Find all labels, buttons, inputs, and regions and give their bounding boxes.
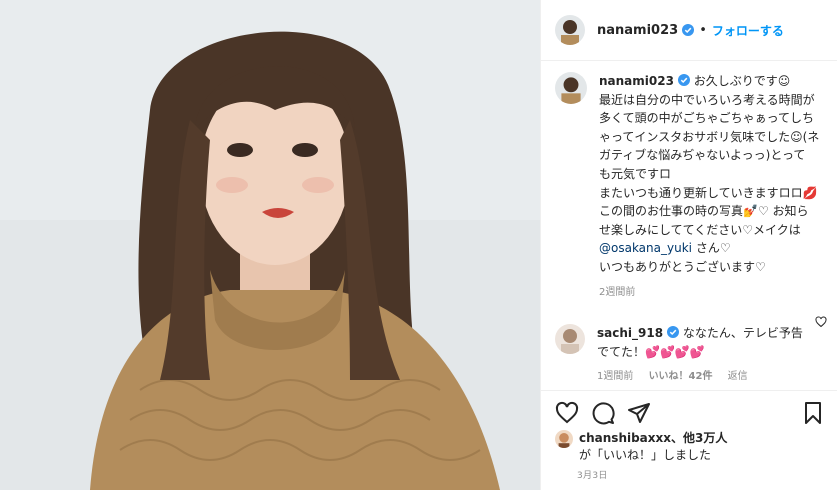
likes-text: chanshibaxxx、他3万人 が「いいね！」しました bbox=[579, 430, 727, 464]
caption-line: も元気ですロ bbox=[599, 166, 672, 181]
caption-line: 最近は自分の中でいろいろ考える時間が bbox=[599, 92, 815, 107]
verified-icon bbox=[677, 74, 690, 86]
caption-line: ガティブな悩みぢゃないよっっ)とって bbox=[599, 148, 806, 163]
likes-count[interactable]: 、他3万人 bbox=[671, 431, 727, 445]
instagram-post: nanami023 • フォローする nanami023 お久しぶりです☺ 最近… bbox=[0, 0, 837, 490]
heart-icon[interactable] bbox=[555, 401, 579, 425]
comment-item: sachi_918 ななたん、テレビ予告 でてた！💕💕💕💕 1週間前 いいね！4… bbox=[555, 324, 829, 387]
comment-username[interactable]: sachi_918 bbox=[597, 326, 663, 340]
comment-heart-icon[interactable] bbox=[815, 316, 827, 328]
avatar[interactable] bbox=[555, 72, 587, 104]
caption-line: またいつも通り更新していきますロロ💋 bbox=[599, 185, 818, 200]
caption-time[interactable]: 2週間前 bbox=[599, 287, 635, 298]
divider bbox=[541, 390, 837, 391]
comment-likes[interactable]: いいね！42件 bbox=[649, 371, 713, 382]
avatar[interactable] bbox=[555, 430, 573, 448]
likes-line: が「いいね！」しました bbox=[579, 448, 712, 462]
avatar[interactable] bbox=[555, 15, 585, 45]
caption-line: さん♡ bbox=[692, 241, 731, 256]
reply-button[interactable]: 返信 bbox=[728, 371, 748, 382]
comment-time[interactable]: 1週間前 bbox=[597, 371, 633, 382]
caption: nanami023 お久しぶりです☺ 最近は自分の中でいろいろ考える時間が 多く… bbox=[555, 72, 829, 302]
action-bar bbox=[555, 401, 825, 425]
bookmark-icon[interactable] bbox=[801, 401, 825, 425]
caption-line: ゃってインスタおサボリ気味でした☺(ネ bbox=[599, 129, 820, 144]
verified-icon bbox=[682, 24, 695, 36]
caption-meta: 2週間前 bbox=[599, 284, 829, 303]
caption-line: せ楽しみにしててください♡メイクは bbox=[599, 222, 801, 237]
caption-line: この間のお仕事の時の写真💅♡ お知ら bbox=[599, 204, 809, 219]
mention-link[interactable]: @osakana_yuki bbox=[599, 241, 692, 255]
caption-text: nanami023 お久しぶりです☺ 最近は自分の中でいろいろ考える時間が 多く… bbox=[599, 72, 829, 302]
liker-username[interactable]: chanshibaxxx bbox=[579, 431, 671, 445]
share-icon[interactable] bbox=[627, 401, 651, 425]
avatar[interactable] bbox=[555, 324, 585, 355]
post-date[interactable]: 3月3日 bbox=[577, 468, 608, 481]
header-username[interactable]: nanami023 bbox=[597, 23, 678, 38]
likes-summary: chanshibaxxx、他3万人 が「いいね！」しました bbox=[555, 430, 727, 464]
caption-line: お久しぶりです☺ bbox=[693, 74, 791, 88]
separator-dot: • bbox=[699, 22, 707, 38]
caption-line: 多くて頭の中がごちゃごちゃぁってしち bbox=[599, 111, 815, 126]
caption-line: いつもありがとうございます♡ bbox=[599, 259, 766, 274]
post-header: nanami023 • フォローする bbox=[541, 0, 837, 61]
comment-line: でてた！💕💕💕💕 bbox=[597, 344, 705, 359]
post-photo[interactable] bbox=[0, 0, 540, 490]
portrait-photo bbox=[0, 0, 540, 490]
comment-line: ななたん、テレビ予告 bbox=[682, 326, 803, 341]
post-sidebar: nanami023 • フォローする nanami023 お久しぶりです☺ 最近… bbox=[540, 0, 837, 490]
follow-button[interactable]: フォローする bbox=[712, 22, 784, 39]
verified-icon bbox=[667, 326, 680, 339]
comment-icon[interactable] bbox=[591, 401, 615, 425]
caption-username[interactable]: nanami023 bbox=[599, 74, 674, 88]
comment-meta: 1週間前 いいね！42件 返信 bbox=[597, 368, 817, 387]
comment-text: sachi_918 ななたん、テレビ予告 でてた！💕💕💕💕 1週間前 いいね！4… bbox=[597, 324, 817, 387]
comments-list[interactable]: nanami023 お久しぶりです☺ 最近は自分の中でいろいろ考える時間が 多く… bbox=[555, 72, 829, 390]
